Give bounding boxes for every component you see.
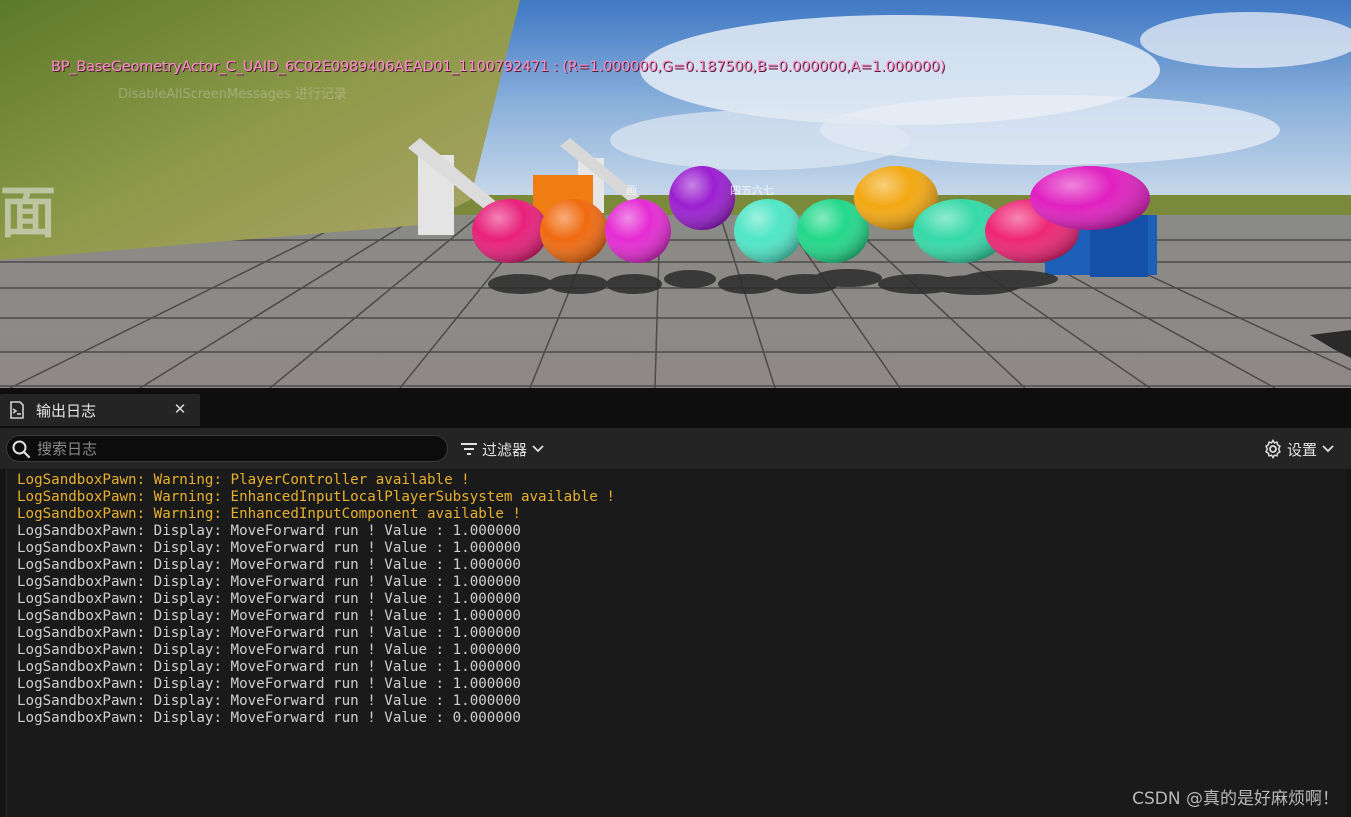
log-line: LogSandboxPawn: Warning: PlayerControlle…	[17, 472, 470, 488]
wall-glyph: 面	[0, 180, 56, 246]
log-output-area[interactable]: LogSandboxPawn: Warning: PlayerControlle…	[6, 469, 1346, 817]
gear-icon	[1265, 439, 1281, 459]
log-line: LogSandboxPawn: Warning: EnhancedInputCo…	[17, 506, 521, 522]
settings-label: 设置	[1287, 440, 1318, 459]
log-line: LogSandboxPawn: Display: MoveForward run…	[17, 591, 521, 607]
log-line: LogSandboxPawn: Display: MoveForward run…	[17, 693, 521, 709]
scene-text-left: 画	[626, 184, 637, 197]
tab-output-log[interactable]: 输出日志 ✕	[0, 394, 200, 426]
log-list: LogSandboxPawn: Warning: PlayerControlle…	[17, 472, 615, 727]
log-line: LogSandboxPawn: Display: MoveForward run…	[17, 574, 521, 590]
log-document-icon	[10, 401, 24, 419]
log-line: LogSandboxPawn: Display: MoveForward run…	[17, 625, 521, 641]
search-box[interactable]	[6, 435, 448, 462]
log-line: LogSandboxPawn: Display: MoveForward run…	[17, 659, 521, 675]
log-line: LogSandboxPawn: Display: MoveForward run…	[17, 710, 521, 726]
log-line: LogSandboxPawn: Display: MoveForward run…	[17, 540, 521, 556]
close-icon[interactable]: ✕	[171, 398, 189, 420]
tab-bar: 输出日志 ✕	[0, 388, 1351, 428]
search-icon	[12, 440, 31, 459]
on-screen-debug-message: BP_BaseGeometryActor_C_UAID_6C02E0989406…	[51, 59, 945, 75]
log-line: LogSandboxPawn: Warning: EnhancedInputLo…	[17, 489, 615, 505]
output-log-panel: 输出日志 ✕ 过滤器	[0, 388, 1351, 817]
chevron-down-icon	[1322, 445, 1334, 453]
log-line: LogSandboxPawn: Display: MoveForward run…	[17, 642, 521, 658]
scene-text-right: 四五六七	[730, 184, 774, 197]
log-line: LogSandboxPawn: Display: MoveForward run…	[17, 676, 521, 692]
filter-button[interactable]: 过滤器	[460, 436, 545, 462]
filter-icon	[461, 443, 477, 455]
tab-label: 输出日志	[36, 402, 97, 420]
log-line: LogSandboxPawn: Display: MoveForward run…	[17, 557, 521, 573]
log-toolbar: 过滤器 设置	[0, 428, 1351, 469]
filter-label: 过滤器	[482, 440, 528, 459]
log-line: LogSandboxPawn: Display: MoveForward run…	[17, 608, 521, 624]
chevron-down-icon	[532, 445, 544, 453]
settings-button[interactable]: 设置	[1263, 436, 1335, 462]
faded-screen-message: DisableAllScreenMessages 进行记录	[118, 87, 347, 102]
log-line: LogSandboxPawn: Display: MoveForward run…	[17, 523, 521, 539]
search-input[interactable]	[37, 436, 437, 461]
watermark: CSDN @真的是好麻烦啊！	[1132, 789, 1339, 809]
game-viewport[interactable]: 面 画 四五六七 BP_BaseGeometryActor_C_UAID_6C0…	[0, 0, 1351, 388]
